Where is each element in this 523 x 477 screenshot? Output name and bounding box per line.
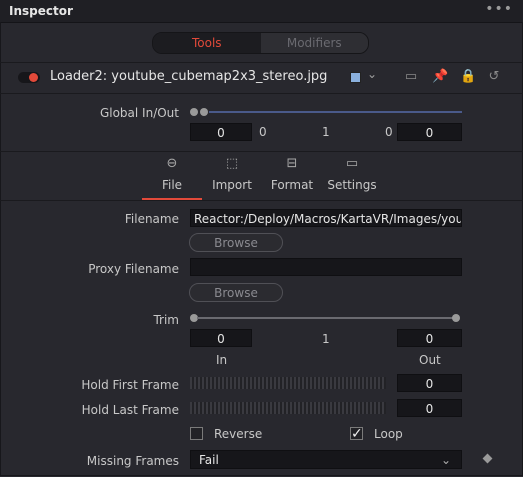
global-inout-label: Global In/Out bbox=[99, 106, 179, 120]
missing-frames-label: Missing Frames bbox=[86, 454, 179, 468]
trim-label: Trim bbox=[153, 313, 179, 327]
modifiers-tab[interactable]: Modifiers bbox=[260, 33, 368, 53]
filename-field[interactable]: Reactor:/Deploy/Macros/KartaVR/Images/yo… bbox=[190, 209, 462, 227]
browse-button[interactable]: Browse bbox=[189, 233, 283, 252]
hold-first-label: Hold First Frame bbox=[81, 378, 179, 392]
range-start-handle[interactable] bbox=[190, 108, 198, 116]
hold-last-slider[interactable] bbox=[190, 402, 386, 414]
reverse-checkbox[interactable] bbox=[190, 427, 203, 440]
hold-first-slider[interactable] bbox=[190, 377, 386, 389]
range-start-handle-2[interactable] bbox=[200, 108, 208, 116]
filename-label: Filename bbox=[124, 212, 179, 226]
lock-icon[interactable]: 🔒 bbox=[460, 70, 476, 84]
hold-last-label: Hold Last Frame bbox=[81, 403, 179, 417]
tab-settings-label: Settings bbox=[327, 178, 377, 192]
chevron-down-icon[interactable]: ⌄ bbox=[367, 67, 377, 81]
chevron-down-icon: ⌄ bbox=[440, 453, 451, 467]
node-name: Loader2: youtube_cubemap2x3_stereo.jpg bbox=[50, 69, 328, 84]
trim-out-handle[interactable] bbox=[452, 314, 460, 322]
trim-range-bar[interactable] bbox=[197, 317, 453, 319]
inspector-title: Inspector bbox=[9, 4, 73, 18]
version-icon[interactable]: ▭ bbox=[404, 70, 418, 84]
proxy-filename-label: Proxy Filename bbox=[88, 262, 179, 276]
tab-format[interactable]: ⊟ Format bbox=[262, 156, 322, 192]
enable-dot-icon bbox=[29, 73, 38, 82]
trim-out-field[interactable]: 0 bbox=[397, 329, 462, 347]
inspector-titlebar bbox=[0, 0, 523, 23]
tools-tab[interactable]: Tools bbox=[153, 33, 261, 53]
proxy-browse-button[interactable]: Browse bbox=[189, 283, 283, 302]
divider bbox=[0, 200, 523, 201]
tab-file[interactable]: ⊖ File bbox=[142, 156, 202, 192]
global-end-field[interactable]: 0 bbox=[397, 123, 462, 141]
loop-label: Loop bbox=[374, 427, 403, 441]
missing-frames-value: Fail bbox=[199, 453, 219, 467]
settings-icon: ▭ bbox=[345, 156, 359, 171]
tab-import-label: Import bbox=[212, 178, 252, 192]
hold-last-field[interactable]: 0 bbox=[397, 399, 462, 417]
node-color-swatch[interactable] bbox=[350, 72, 361, 83]
trim-out-label: Out bbox=[419, 353, 441, 367]
file-icon: ⊖ bbox=[166, 156, 178, 171]
global-end-text: 0 bbox=[385, 125, 393, 139]
divider bbox=[0, 151, 523, 152]
import-icon: ⬚ bbox=[225, 156, 239, 171]
pin-icon[interactable]: 📌 bbox=[432, 70, 448, 84]
loop-checkbox[interactable]: ✓ bbox=[350, 426, 363, 442]
global-middle-text: 1 bbox=[322, 125, 330, 139]
missing-frames-select[interactable]: Fail ⌄ bbox=[190, 450, 462, 469]
trim-mid-text: 1 bbox=[322, 332, 330, 346]
trim-in-label: In bbox=[216, 353, 228, 367]
tab-settings[interactable]: ▭ Settings bbox=[322, 156, 382, 192]
hold-first-field[interactable]: 0 bbox=[397, 374, 462, 392]
mode-switch: Tools Modifiers bbox=[152, 32, 369, 54]
tab-import[interactable]: ⬚ Import bbox=[202, 156, 262, 192]
tab-file-label: File bbox=[161, 178, 183, 192]
tab-format-label: Format bbox=[270, 178, 314, 192]
reset-icon[interactable]: ↺ bbox=[487, 70, 501, 84]
global-start-text: 0 bbox=[259, 125, 267, 139]
global-start-field[interactable]: 0 bbox=[190, 123, 252, 141]
global-range-bar[interactable] bbox=[209, 111, 462, 113]
format-icon: ⊟ bbox=[286, 156, 298, 171]
checkmark-icon: ✓ bbox=[351, 426, 363, 442]
proxy-filename-field[interactable] bbox=[190, 258, 462, 276]
more-icon[interactable]: ••• bbox=[485, 1, 513, 17]
node-enable-toggle[interactable] bbox=[18, 72, 40, 83]
reverse-label: Reverse bbox=[214, 427, 263, 441]
trim-in-field[interactable]: 0 bbox=[190, 329, 252, 347]
